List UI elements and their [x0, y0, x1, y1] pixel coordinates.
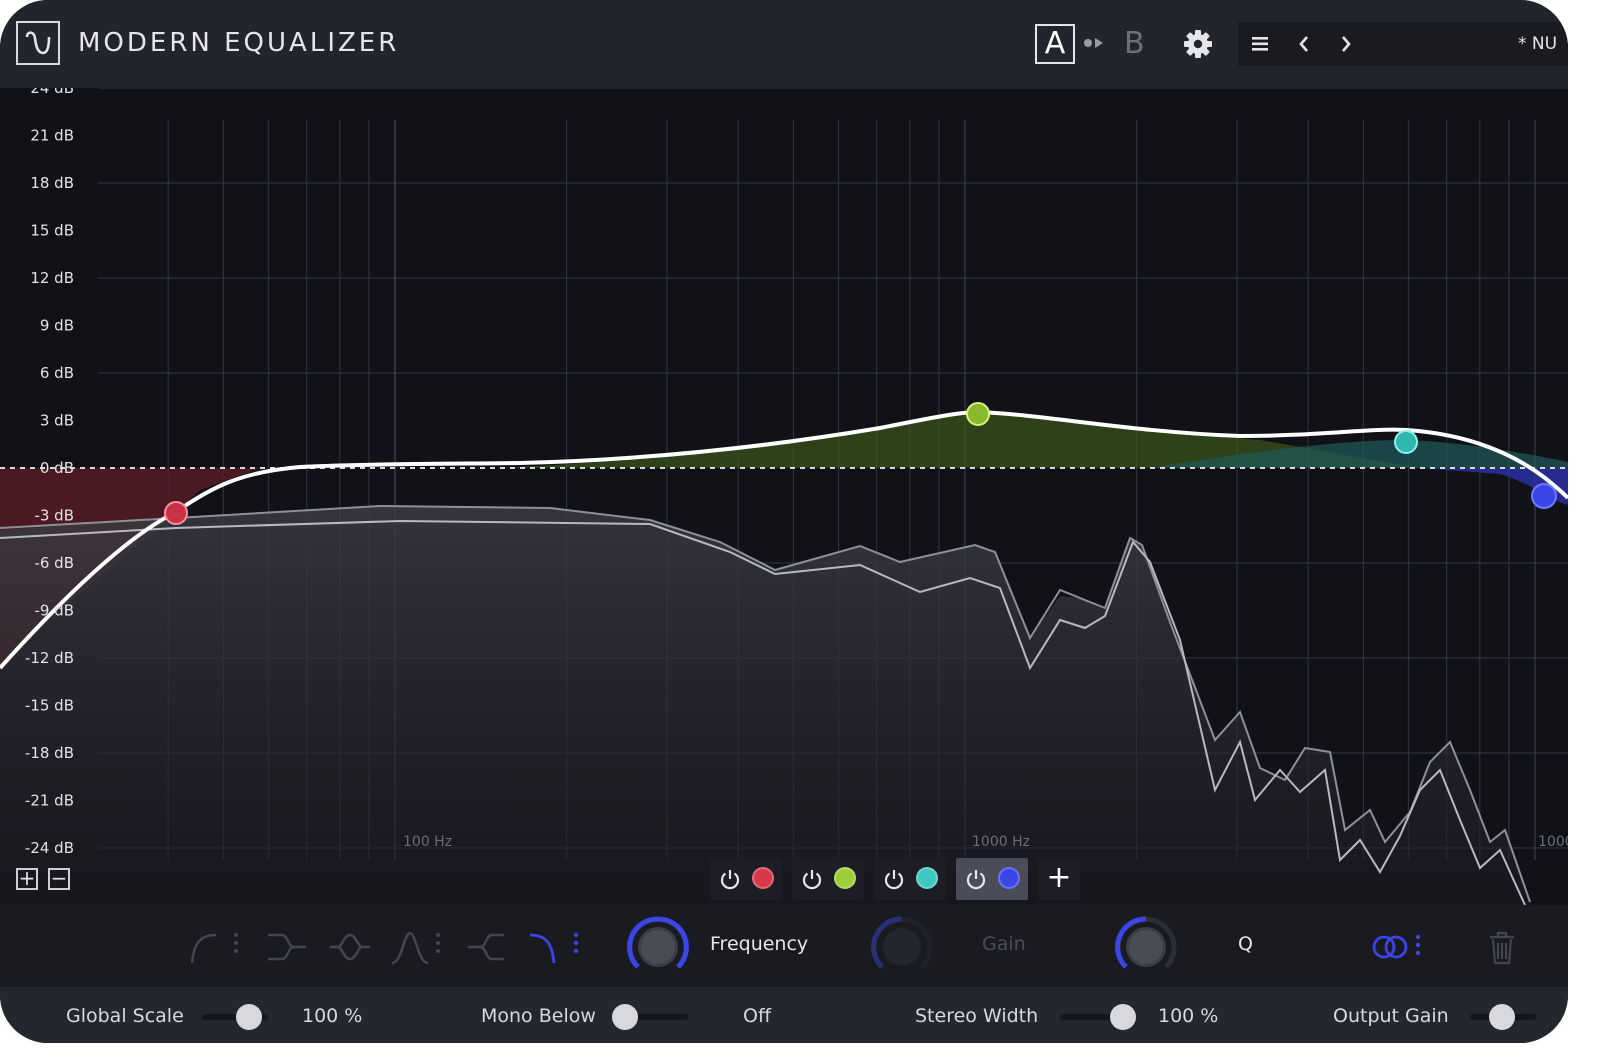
band-3-handle[interactable]	[1394, 430, 1418, 454]
band-4-button[interactable]	[956, 858, 1028, 900]
band-2-button[interactable]	[792, 858, 864, 900]
gear-icon[interactable]	[1182, 28, 1214, 64]
menu-icon[interactable]	[1250, 22, 1270, 82]
y-label: 24 dB	[30, 88, 74, 97]
global-scale-slider-thumb[interactable]	[236, 1004, 262, 1030]
y-label: 0 dB	[40, 459, 74, 477]
y-label: -3 dB	[34, 507, 74, 525]
y-label: -6 dB	[34, 554, 74, 572]
trash-icon[interactable]	[1486, 925, 1518, 969]
band-3-color-dot	[916, 867, 938, 889]
power-icon[interactable]	[800, 867, 824, 891]
chevron-left-icon[interactable]	[1296, 22, 1312, 82]
band-3-button[interactable]	[874, 858, 946, 900]
band-4-handle[interactable]	[1531, 483, 1557, 509]
global-settings-bar: Global Scale 100 % Mono Below Off Stereo…	[0, 987, 1568, 1043]
power-icon[interactable]	[964, 867, 988, 891]
preset-bar: * NU	[1238, 22, 1568, 66]
y-label: 3 dB	[40, 412, 74, 430]
mono-below-label: Mono Below	[481, 1005, 596, 1027]
copy-a-to-b-icon[interactable]	[1082, 33, 1108, 57]
y-label: -24 dB	[25, 839, 74, 857]
stereo-width-slider-thumb[interactable]	[1110, 1004, 1136, 1030]
stereo-link-icon[interactable]	[1370, 925, 1426, 969]
band-shelf-icon[interactable]	[328, 925, 372, 969]
plugin-title: MODERN EQUALIZER	[78, 28, 400, 58]
equalizer-window: MODERN EQUALIZER A B * NU 24 dB 21 dB 18…	[0, 0, 1568, 1043]
global-scale-value: 100 %	[302, 1005, 363, 1027]
global-scale-label: Global Scale	[66, 1005, 184, 1027]
y-label: 15 dB	[30, 222, 74, 240]
band-2-color-dot	[834, 867, 856, 889]
x-label-100hz: 100 Hz	[403, 834, 452, 850]
zoom-out-button[interactable]: −	[48, 868, 70, 890]
stereo-width-label: Stereo Width	[915, 1005, 1039, 1027]
add-band-button[interactable]: +	[1038, 858, 1080, 900]
band-1-color-dot	[752, 867, 774, 889]
y-label: -21 dB	[25, 792, 74, 810]
y-label: 9 dB	[40, 317, 74, 335]
stereo-width-value: 100 %	[1158, 1005, 1219, 1027]
ab-slot-a-button[interactable]: A	[1035, 24, 1075, 64]
x-label-10000hz: 1000	[1538, 834, 1568, 850]
gain-knob[interactable]	[870, 915, 934, 979]
band-2-handle[interactable]	[966, 402, 990, 426]
band-4-color-dot	[998, 867, 1020, 889]
q-label: Q	[1238, 933, 1253, 955]
logo-icon	[16, 21, 60, 65]
low-cut-icon[interactable]	[188, 925, 244, 969]
y-label: -15 dB	[25, 697, 74, 715]
power-icon[interactable]	[882, 867, 906, 891]
mono-below-slider-thumb[interactable]	[612, 1004, 638, 1030]
power-icon[interactable]	[718, 867, 742, 891]
eq-graph[interactable]: 24 dB 21 dB 18 dB 15 dB 12 dB 9 dB 6 dB 3 dB 0 d…	[0, 88, 1568, 905]
mono-below-value: Off	[743, 1005, 772, 1027]
header-bar: MODERN EQUALIZER A B * NU	[0, 0, 1568, 88]
gain-label: Gain	[982, 933, 1026, 955]
chevron-right-icon[interactable]	[1338, 22, 1354, 82]
zoom-in-button[interactable]: +	[16, 868, 38, 890]
frequency-knob[interactable]	[626, 915, 690, 979]
y-label: -18 dB	[25, 744, 74, 762]
band-1-handle[interactable]	[164, 501, 188, 525]
frequency-label: Frequency	[710, 933, 809, 955]
y-label: -9 dB	[34, 602, 74, 620]
ab-slot-b-button[interactable]: B	[1124, 24, 1145, 64]
q-knob[interactable]	[1114, 915, 1178, 979]
high-shelf-icon[interactable]	[464, 925, 512, 969]
low-shelf-icon[interactable]	[264, 925, 312, 969]
band-1-button[interactable]	[710, 858, 782, 900]
x-label-1000hz: 1000 Hz	[972, 834, 1030, 850]
output-gain-slider-thumb[interactable]	[1489, 1004, 1515, 1030]
band-toolbar: Frequency Gain Q	[0, 905, 1568, 987]
y-label: 6 dB	[40, 364, 74, 382]
output-gain-label: Output Gain	[1333, 1005, 1449, 1027]
bell-icon[interactable]	[390, 925, 446, 969]
y-label: -12 dB	[25, 649, 74, 667]
y-label: 12 dB	[30, 269, 74, 287]
y-label: 18 dB	[30, 174, 74, 192]
preset-name[interactable]: * NU	[1518, 22, 1557, 66]
y-label: 21 dB	[30, 127, 74, 145]
high-cut-icon[interactable]	[528, 925, 584, 969]
